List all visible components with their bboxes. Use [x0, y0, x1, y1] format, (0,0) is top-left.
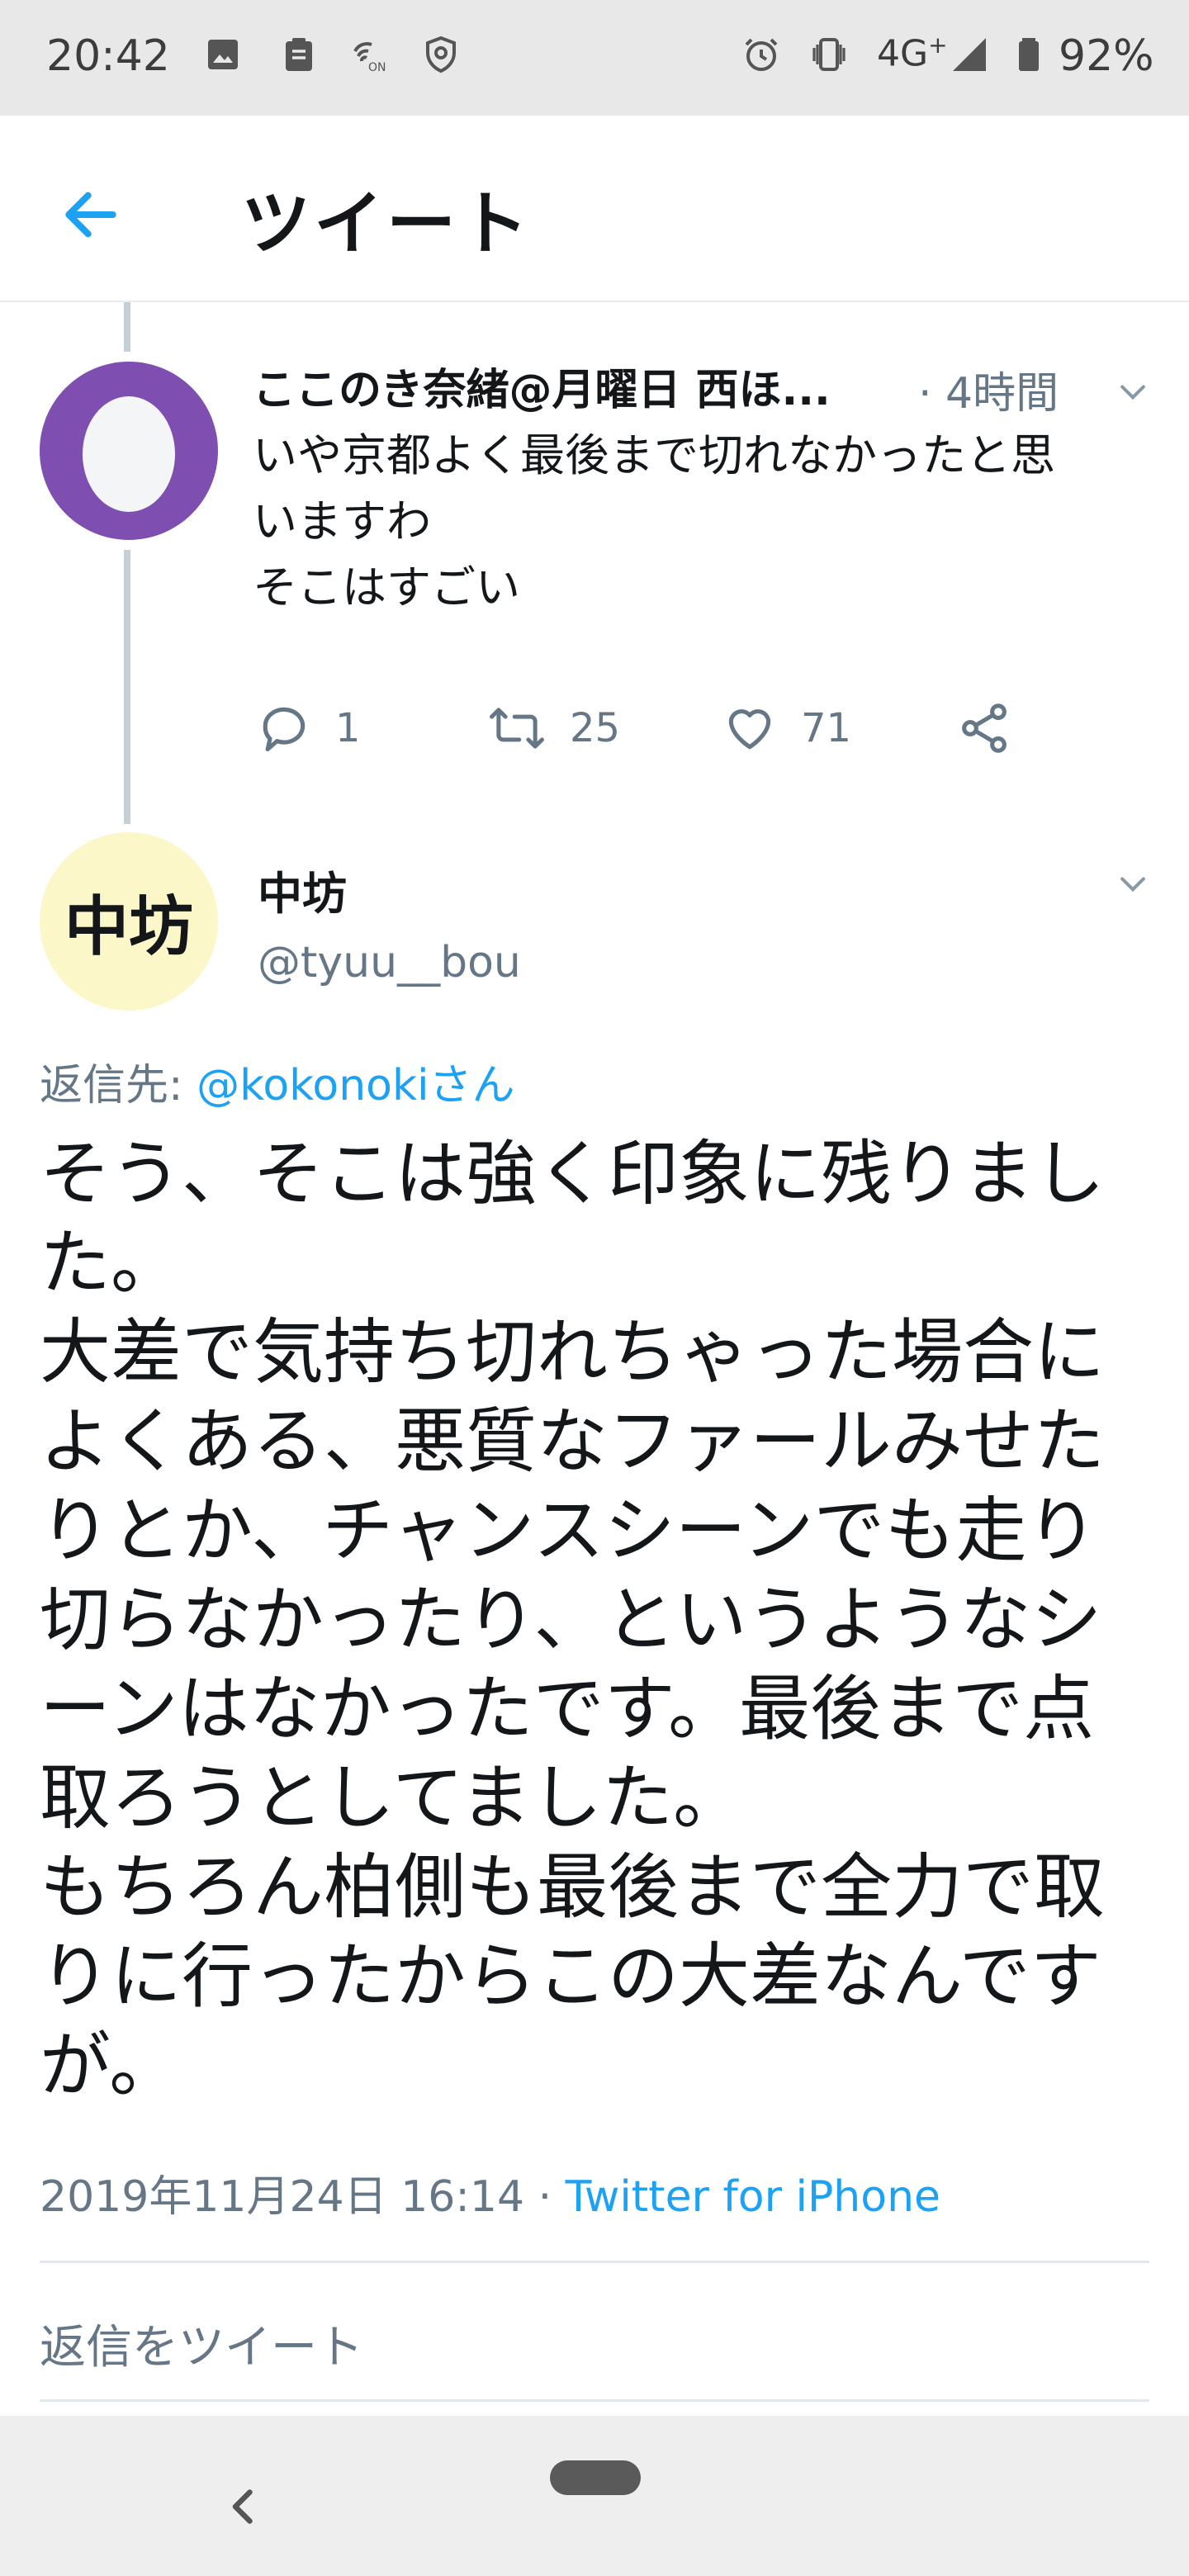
vibrate-icon: [812, 38, 846, 71]
parent-author-name[interactable]: ここのき奈緒@月曜日 西ほ...: [253, 355, 831, 417]
nfc-on-icon: ON: [353, 41, 386, 74]
parent-tweet-text: いや京都よく最後まで切れなかったと思 いますわ そこはすごい: [253, 429, 1055, 613]
page-title: ツイート: [241, 183, 533, 264]
reply-avatar[interactable]: 中坊: [40, 832, 218, 1011]
tweet-datetime: 2019年11月24日 16:14: [40, 2172, 525, 2222]
main-tweet-text: そう、そこは強く印象に残りまし た。 大差で気持ち切れちゃった場合に よくある、…: [40, 1133, 1105, 2107]
shield-icon: [426, 36, 456, 73]
divider: [40, 2399, 1149, 2402]
tweet-metadata: 2019年11月24日 16:14 · Twitter for iPhone: [40, 2172, 941, 2222]
reply-author-handle[interactable]: @tyuu__bou: [258, 938, 521, 987]
nav-back-icon[interactable]: [223, 2482, 264, 2531]
reply-author-name[interactable]: 中坊: [258, 857, 347, 922]
reply-to-link[interactable]: @kokonokiさん: [197, 1061, 514, 1110]
reply-input[interactable]: 返信をツイート: [40, 2310, 363, 2377]
chevron-down-icon[interactable]: [1115, 865, 1151, 902]
share-action[interactable]: [956, 695, 1012, 761]
svg-text:ON: ON: [368, 61, 386, 74]
signal-icon: [953, 38, 986, 71]
heart-icon: [728, 709, 771, 750]
like-count: 71: [801, 705, 852, 751]
system-nav-bar: [0, 2416, 1189, 2576]
reply-count: 1: [335, 705, 361, 751]
thread-line: [124, 550, 130, 824]
tweet-source-link[interactable]: Twitter for iPhone: [566, 2172, 940, 2222]
clipboard-icon: [286, 38, 312, 71]
parent-timestamp: · 4時間: [918, 369, 1059, 419]
app-header: ツイート: [0, 116, 1189, 302]
comment-icon: [263, 707, 306, 752]
like-action[interactable]: 71: [722, 695, 851, 761]
home-pill[interactable]: [550, 2460, 641, 2495]
battery-icon: [1019, 38, 1039, 71]
parent-avatar[interactable]: [40, 362, 218, 540]
retweet-icon: [490, 708, 544, 749]
retweet-count: 25: [570, 705, 621, 751]
arrow-left-icon[interactable]: [58, 182, 124, 248]
network-type: 4G+: [877, 31, 948, 75]
egg-icon: [83, 396, 175, 512]
retweet-action[interactable]: 25: [487, 695, 620, 761]
image-icon: [208, 40, 238, 69]
battery-level: 92%: [1059, 31, 1154, 81]
status-time: 20:42: [46, 31, 170, 81]
thread-line-top: [124, 302, 130, 352]
share-icon: [962, 703, 1007, 753]
reply-action[interactable]: 1: [256, 695, 361, 761]
chevron-down-icon[interactable]: [1115, 373, 1151, 410]
alarm-icon: [745, 38, 778, 71]
status-bar: 20:42 ON 4G+ 92%: [0, 0, 1189, 116]
reply-to-line: 返信先: @kokonokiさん: [40, 1061, 515, 1110]
divider: [40, 2261, 1149, 2263]
